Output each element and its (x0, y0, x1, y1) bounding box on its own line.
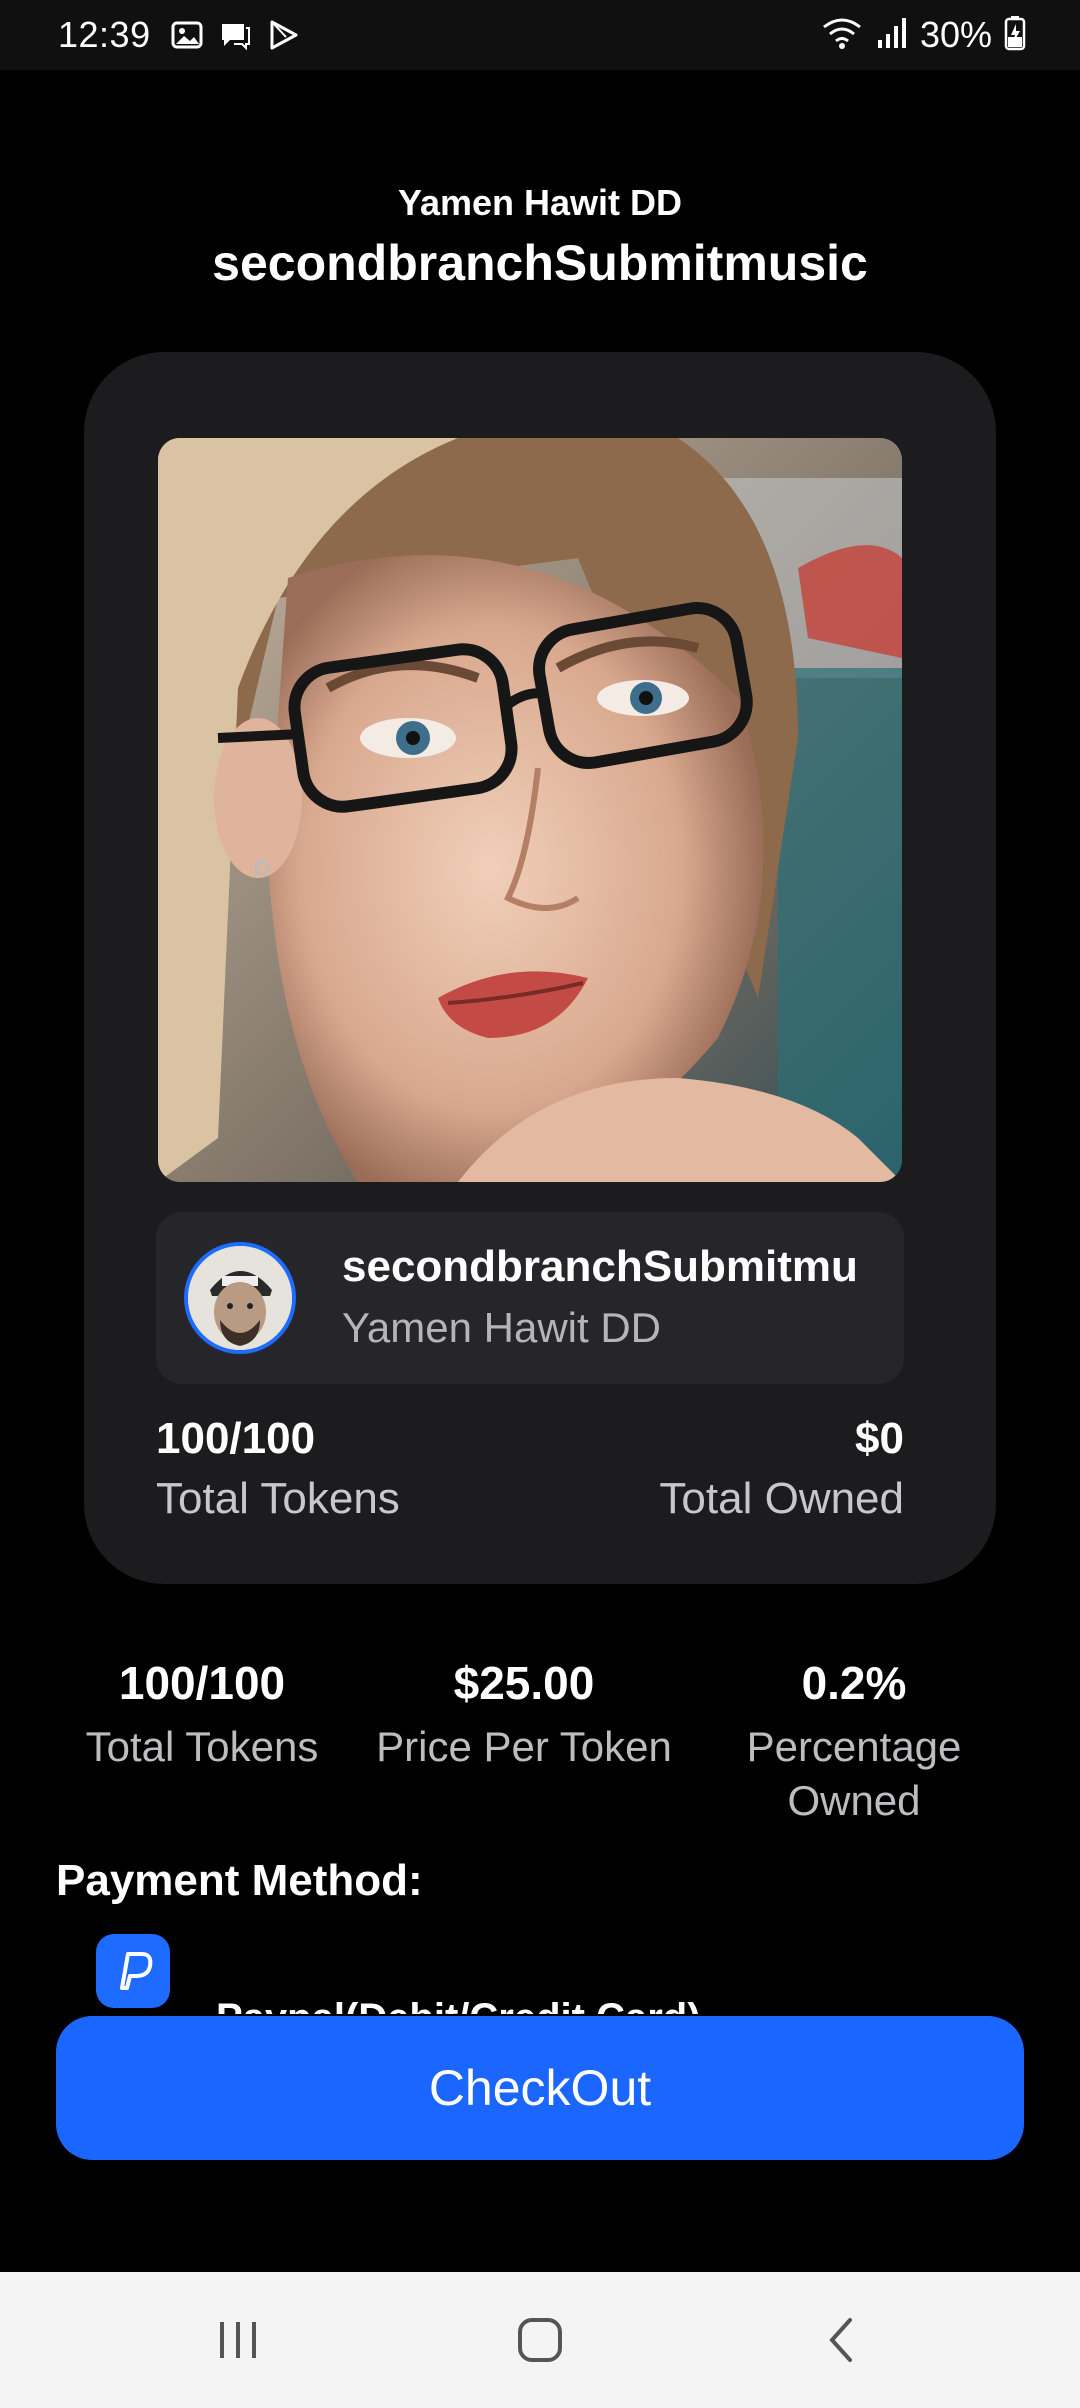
status-time: 12:39 (58, 14, 151, 55)
card-total-tokens-value: 100/100 (156, 1414, 316, 1463)
battery-percent: 30% (919, 14, 992, 55)
stat-percentage-owned: 0.2% Percentage Owned (712, 1656, 996, 1828)
artist-name: Yamen Hawit DD (397, 182, 683, 223)
paypal-icon (96, 1934, 170, 2008)
page-title: secondbranchSubmitmusic (212, 235, 868, 291)
owner-title: secondbranchSubmitmu (342, 1242, 858, 1291)
stat-percentage-label: Percentage Owned (746, 1723, 962, 1824)
stat-total-tokens-value: 100/100 (118, 1657, 286, 1709)
battery-charging-icon (1004, 15, 1026, 56)
signal-icon (876, 16, 908, 55)
stat-total-tokens: 100/100 Total Tokens (70, 1656, 334, 1774)
back-icon[interactable] (802, 2308, 882, 2372)
payment-option-paypal[interactable]: Paypal(Debit/Credit Card) (56, 1934, 1024, 2014)
card-total-tokens-label: Total Tokens (156, 1474, 400, 1523)
card-total-tokens: 100/100 Total Tokens (156, 1414, 400, 1524)
system-nav-bar (0, 2272, 1080, 2408)
card-total-owned-value: $0 (855, 1414, 904, 1463)
message-icon (218, 18, 252, 52)
status-right: 30% (820, 14, 1026, 56)
stat-price-value: $25.00 (453, 1657, 595, 1709)
wifi-icon (820, 15, 864, 56)
payment-method-heading: Payment Method: (56, 1856, 423, 1905)
token-card: secondbranchSubmitmu Yamen Hawit DD 100/… (84, 352, 996, 1584)
owner-subtitle: Yamen Hawit DD (342, 1304, 661, 1351)
home-icon[interactable] (500, 2308, 580, 2372)
payment-option-label: Paypal(Debit/Credit Card) (216, 1996, 701, 2014)
status-bar: 12:39 30% (0, 0, 1080, 70)
owner-info[interactable]: secondbranchSubmitmu Yamen Hawit DD (156, 1212, 904, 1384)
stat-percentage-value: 0.2% (801, 1657, 907, 1709)
avatar (184, 1242, 296, 1354)
stat-total-tokens-label: Total Tokens (85, 1723, 319, 1770)
stat-price-per-token: $25.00 Price Per Token (356, 1656, 692, 1774)
artwork-image (158, 438, 902, 1182)
notification-icons (170, 18, 300, 52)
checkout-button[interactable]: CheckOut (56, 2016, 1024, 2160)
recent-apps-icon[interactable] (198, 2308, 278, 2372)
image-icon (170, 18, 204, 52)
card-total-owned-label: Total Owned (659, 1474, 904, 1523)
stat-price-label: Price Per Token (376, 1723, 672, 1770)
card-total-owned: $0 Total Owned (659, 1414, 904, 1524)
play-store-icon (266, 18, 300, 52)
